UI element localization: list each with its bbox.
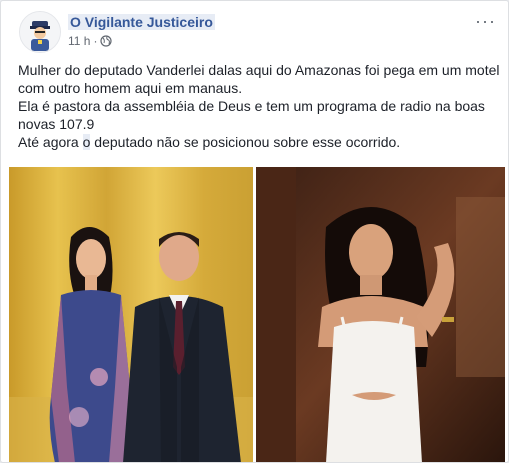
police-cartoon-icon bbox=[20, 12, 60, 52]
post-meta: 11 h · bbox=[68, 34, 113, 48]
post-text-line-1: Mulher do deputado Vanderlei dalas aqui … bbox=[18, 62, 500, 96]
post-time[interactable]: 11 h bbox=[68, 34, 90, 48]
photo-couple[interactable] bbox=[9, 167, 253, 462]
post-text: Mulher do deputado Vanderlei dalas aqui … bbox=[18, 61, 500, 151]
photo-woman-white-dress[interactable] bbox=[256, 167, 505, 462]
meta-separator: · bbox=[93, 34, 98, 48]
couple-photo-image bbox=[9, 167, 253, 462]
woman-white-dress-photo-image bbox=[256, 167, 505, 462]
post-text-line-2: Ela é pastora da assembléia de Deus e te… bbox=[18, 98, 485, 132]
post-text-line-3b: deputado não se posicionou sobre esse oc… bbox=[90, 134, 401, 150]
more-options-icon[interactable]: ··· bbox=[475, 11, 496, 32]
photo-grid bbox=[9, 167, 505, 462]
post-text-line-3a: Até agora bbox=[18, 134, 83, 150]
author-name[interactable]: O Vigilante Justiceiro bbox=[68, 14, 215, 30]
author-avatar[interactable] bbox=[19, 11, 61, 53]
post-text-line-3: Até agora o deputado não se posicionou s… bbox=[18, 133, 500, 151]
globe-icon[interactable] bbox=[100, 35, 113, 47]
facebook-post: O Vigilante Justiceiro 11 h · ··· Mulher… bbox=[0, 0, 509, 463]
